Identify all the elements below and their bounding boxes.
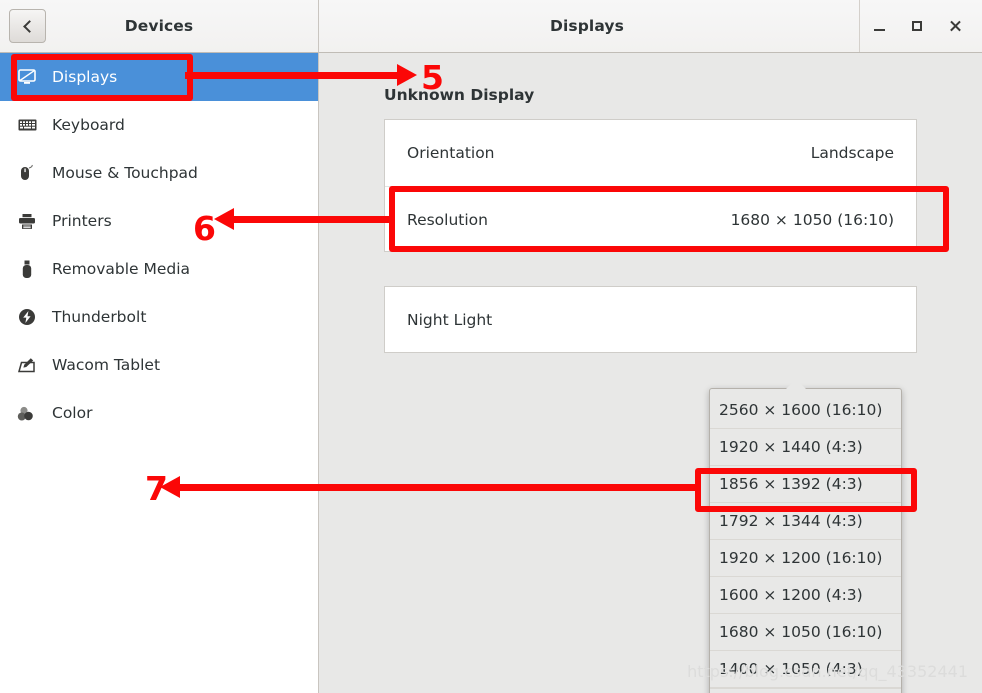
sidebar-item-label: Thunderbolt xyxy=(52,308,147,326)
resolution-value: 1680 × 1050 (16:10) xyxy=(730,210,894,229)
wacom-tablet-icon xyxy=(14,354,40,376)
sidebar-item-mouse-touchpad[interactable]: Mouse & Touchpad xyxy=(0,149,318,197)
mouse-icon xyxy=(14,162,40,184)
usb-drive-icon xyxy=(14,258,40,280)
sidebar-item-color[interactable]: Color xyxy=(0,389,318,437)
maximize-icon xyxy=(912,21,922,31)
sidebar-item-label: Mouse & Touchpad xyxy=(52,164,198,182)
dropdown-scroll-more-indicator[interactable] xyxy=(710,688,901,693)
devices-sidebar: Displays Keyboard Mouse & Touchpad Print… xyxy=(0,53,319,693)
dropdown-option[interactable]: 1600 × 1200 (4:3) xyxy=(710,577,901,614)
close-icon xyxy=(949,20,961,32)
orientation-label: Orientation xyxy=(407,144,495,162)
dropdown-option[interactable]: 1920 × 1440 (4:3) xyxy=(710,429,901,466)
main-headerbar: Displays xyxy=(319,0,982,53)
minimize-icon xyxy=(873,29,885,31)
back-button[interactable] xyxy=(9,9,46,43)
page-title: Unknown Display xyxy=(384,86,535,104)
sidebar-item-label: Keyboard xyxy=(52,116,125,134)
night-light-row[interactable]: Night Light xyxy=(385,287,916,353)
dropdown-option[interactable]: 1920 × 1200 (16:10) xyxy=(710,540,901,577)
minimize-button[interactable] xyxy=(860,0,898,52)
dropdown-option[interactable]: 1792 × 1344 (4:3) xyxy=(710,503,901,540)
resolution-row[interactable]: Resolution 1680 × 1050 (16:10) xyxy=(385,186,916,252)
displays-settings-window: Devices Displays Displays Keyboard Mouse… xyxy=(0,0,982,693)
dropdown-option-1680x1050[interactable]: 1680 × 1050 (16:10) xyxy=(710,614,901,651)
dropdown-option[interactable]: 1856 × 1392 (4:3) xyxy=(710,466,901,503)
sidebar-item-removable-media[interactable]: Removable Media xyxy=(0,245,318,293)
resolution-label: Resolution xyxy=(407,210,488,229)
maximize-button[interactable] xyxy=(898,0,936,52)
night-light-label: Night Light xyxy=(407,311,493,329)
night-light-card: Night Light xyxy=(384,286,917,353)
window-controls xyxy=(859,0,982,52)
sidebar-item-keyboard[interactable]: Keyboard xyxy=(0,101,318,149)
sidebar-item-label: Removable Media xyxy=(52,260,191,278)
sidebar-item-label: Wacom Tablet xyxy=(52,356,161,374)
window-title: Displays xyxy=(550,17,624,35)
display-icon xyxy=(14,66,40,88)
color-icon xyxy=(14,402,40,424)
sidebar-item-printers[interactable]: Printers xyxy=(0,197,318,245)
display-settings-card: Orientation Landscape Resolution 1680 × … xyxy=(384,119,917,252)
sidebar-title: Devices xyxy=(124,17,194,35)
resolution-dropdown-popup: 2560 × 1600 (16:10) 1920 × 1440 (4:3) 18… xyxy=(709,379,902,693)
sidebar-item-label: Printers xyxy=(52,212,112,230)
sidebar-item-label: Color xyxy=(52,404,93,422)
sidebar-item-wacom-tablet[interactable]: Wacom Tablet xyxy=(0,341,318,389)
orientation-value: Landscape xyxy=(810,144,894,162)
dropdown-option[interactable]: 2560 × 1600 (16:10) xyxy=(710,392,901,429)
thunderbolt-icon xyxy=(14,306,40,328)
sidebar-item-label: Displays xyxy=(52,68,118,86)
orientation-row[interactable]: Orientation Landscape xyxy=(385,120,916,186)
sidebar-headerbar: Devices xyxy=(0,0,319,53)
sidebar-item-thunderbolt[interactable]: Thunderbolt xyxy=(0,293,318,341)
popup-caret-icon xyxy=(786,379,806,389)
dropdown-option[interactable]: 1400 × 1050 (4:3) xyxy=(710,651,901,688)
chevron-left-icon xyxy=(22,19,36,33)
displays-main-panel: Unknown Display Orientation Landscape Re… xyxy=(319,53,982,693)
printer-icon xyxy=(14,210,40,232)
keyboard-icon xyxy=(14,114,40,136)
close-button[interactable] xyxy=(936,0,974,52)
sidebar-item-displays[interactable]: Displays xyxy=(0,53,318,101)
